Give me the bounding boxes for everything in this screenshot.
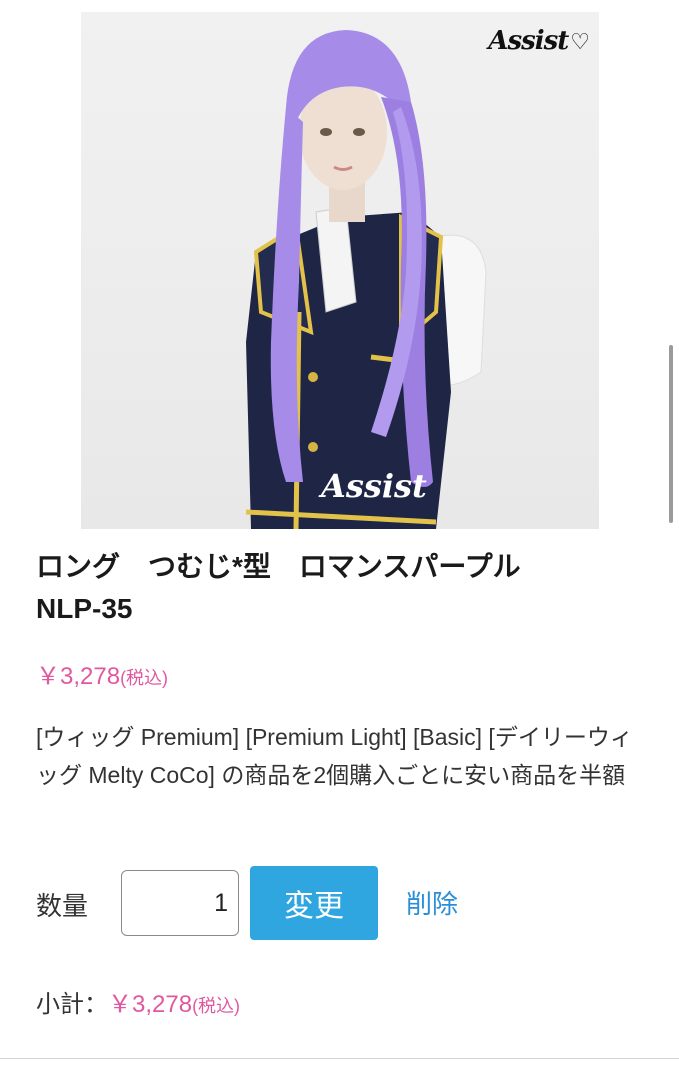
heart-icon: ♡ [570, 29, 590, 55]
price-value: ￥3,278 [36, 663, 121, 690]
subtotal-label: 小計： [36, 991, 108, 1018]
product-price: ￥3,278(税込) [36, 656, 168, 691]
product-image[interactable]: Assist Assist♡ [81, 12, 599, 529]
quantity-row: 数量 変更 削除 [36, 866, 636, 940]
mannequin-wig-photo: Assist [245, 30, 487, 529]
promotion-text: [ウィッグ Premium] [Premium Light] [Basic] [… [36, 724, 633, 788]
subtotal-value: ￥3,278 [108, 991, 193, 1018]
quantity-input[interactable] [121, 870, 239, 936]
quantity-label: 数量 [36, 891, 89, 921]
change-button[interactable]: 変更 [250, 866, 378, 940]
svg-text:Assist: Assist [318, 467, 427, 505]
divider [0, 1058, 679, 1059]
subtotal-tax-note: (税込) [192, 996, 241, 1016]
delete-link[interactable]: 削除 [406, 884, 458, 921]
product-title: ロング つむじ*型 ロマンスパープル NLP-35 [36, 551, 521, 624]
price-tax-note: (税込) [120, 668, 169, 688]
scrollbar[interactable] [669, 345, 673, 523]
subtotal: 小計：￥3,278(税込) [36, 984, 240, 1019]
brand-logo: Assist♡ [488, 26, 590, 56]
